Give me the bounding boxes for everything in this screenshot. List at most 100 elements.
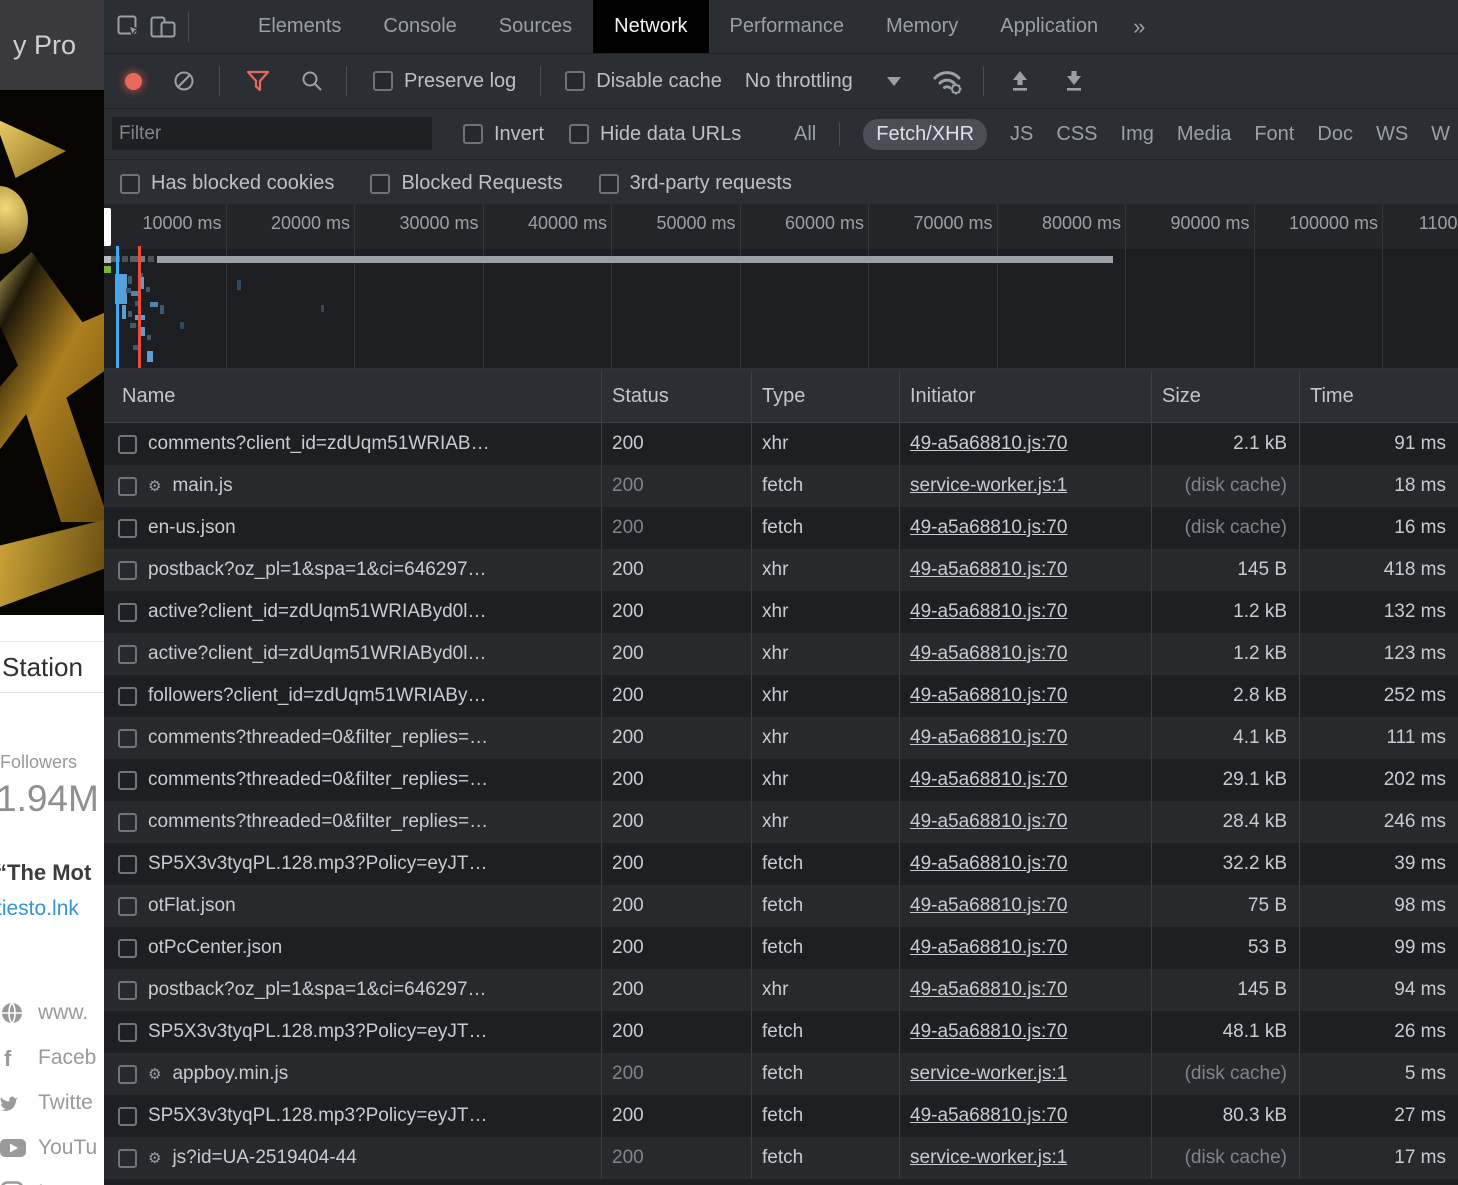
row-checkbox[interactable] <box>118 1023 137 1042</box>
table-row[interactable]: ⚙ active?client_id=zdUqm51WRIAByd0l… 200… <box>104 591 1458 633</box>
column-header-time[interactable]: Time <box>1300 371 1458 422</box>
social-link-youtu[interactable]: YouTu <box>0 1125 104 1170</box>
tab-network[interactable]: Network <box>593 0 708 53</box>
initiator-link[interactable]: 49-a5a68810.js:70 <box>910 433 1067 455</box>
row-checkbox[interactable] <box>118 603 137 622</box>
table-row[interactable]: ⚙ comments?threaded=0&filter_replies=… 2… <box>104 801 1458 843</box>
record-network-log-icon[interactable] <box>125 73 142 90</box>
initiator-link[interactable]: 49-a5a68810.js:70 <box>910 559 1067 581</box>
initiator-link[interactable]: 49-a5a68810.js:70 <box>910 1021 1067 1043</box>
row-checkbox[interactable] <box>118 813 137 832</box>
initiator-link[interactable]: 49-a5a68810.js:70 <box>910 601 1067 623</box>
network-conditions-icon[interactable] <box>931 66 967 96</box>
tab-application[interactable]: Application <box>979 0 1119 53</box>
row-checkbox[interactable] <box>118 981 137 1000</box>
filter-chip-w[interactable]: W <box>1431 123 1450 146</box>
row-checkbox[interactable] <box>118 645 137 664</box>
table-row[interactable]: ⚙ SP5X3v3tyqPL.128.mp3?Policy=eyJT… 200 … <box>104 1011 1458 1053</box>
table-row[interactable]: ⚙ SP5X3v3tyqPL.128.mp3?Policy=eyJT… 200 … <box>104 1095 1458 1137</box>
search-icon[interactable] <box>300 69 324 93</box>
row-checkbox[interactable] <box>118 729 137 748</box>
column-header-status[interactable]: Status <box>602 371 752 422</box>
row-checkbox[interactable] <box>118 519 137 538</box>
initiator-link[interactable]: 49-a5a68810.js:70 <box>910 517 1067 539</box>
filter-chip-img[interactable]: Img <box>1121 123 1154 146</box>
disable-cache-checkbox[interactable] <box>565 71 585 91</box>
social-link-instag[interactable]: Instag <box>0 1170 104 1185</box>
initiator-link[interactable]: 49-a5a68810.js:70 <box>910 685 1067 707</box>
table-row[interactable]: ⚙ main.js 200 fetch service-worker.js:1 … <box>104 465 1458 507</box>
filter-chip-doc[interactable]: Doc <box>1317 123 1353 146</box>
-rd-party-requests-checkbox[interactable] <box>599 174 619 194</box>
table-row[interactable]: ⚙ followers?client_id=zdUqm51WRIABy… 200… <box>104 675 1458 717</box>
filter-chip-all[interactable]: All <box>794 123 816 146</box>
more-tabs-button[interactable]: » <box>1119 0 1159 53</box>
upgrade-link-partial[interactable]: y Pro <box>13 30 76 61</box>
network-overview-timeline[interactable]: 10000 ms20000 ms30000 ms40000 ms50000 ms… <box>104 204 1458 371</box>
table-row[interactable]: ⚙ active?client_id=zdUqm51WRIAByd0l… 200… <box>104 633 1458 675</box>
table-row[interactable]: ⚙ otFlat.json 200 fetch 49-a5a68810.js:7… <box>104 885 1458 927</box>
invert-checkbox[interactable] <box>463 124 483 144</box>
row-checkbox[interactable] <box>118 939 137 958</box>
station-tab[interactable]: Station <box>0 641 104 693</box>
row-checkbox[interactable] <box>118 1065 137 1084</box>
filter-chip-fetchxhr[interactable]: Fetch/XHR <box>863 119 987 150</box>
row-checkbox[interactable] <box>118 897 137 916</box>
initiator-link[interactable]: 49-a5a68810.js:70 <box>910 811 1067 833</box>
initiator-link[interactable]: 49-a5a68810.js:70 <box>910 937 1067 959</box>
tab-performance[interactable]: Performance <box>709 0 866 53</box>
table-row[interactable]: ⚙ en-us.json 200 fetch 49-a5a68810.js:70… <box>104 507 1458 549</box>
filter-chip-font[interactable]: Font <box>1254 123 1294 146</box>
inspect-element-icon[interactable] <box>112 10 146 44</box>
initiator-link[interactable]: 49-a5a68810.js:70 <box>910 769 1067 791</box>
table-row[interactable]: ⚙ comments?threaded=0&filter_replies=… 2… <box>104 759 1458 801</box>
initiator-link[interactable]: service-worker.js:1 <box>910 1063 1067 1085</box>
column-header-type[interactable]: Type <box>752 371 900 422</box>
filter-icon[interactable] <box>246 70 270 92</box>
social-link-twitte[interactable]: Twitte <box>0 1080 104 1125</box>
clear-network-log-icon[interactable] <box>173 70 195 92</box>
initiator-link[interactable]: 49-a5a68810.js:70 <box>910 643 1067 665</box>
row-checkbox[interactable] <box>118 687 137 706</box>
bio-link[interactable]: tiesto.lnk <box>0 897 79 921</box>
table-row[interactable]: ⚙ postback?oz_pl=1&spa=1&ci=646297… 200 … <box>104 549 1458 591</box>
row-checkbox[interactable] <box>118 477 137 496</box>
tab-console[interactable]: Console <box>362 0 477 53</box>
export-har-icon[interactable] <box>1062 69 1086 93</box>
tab-elements[interactable]: Elements <box>237 0 362 53</box>
table-row[interactable]: ⚙ comments?threaded=0&filter_replies=… 2… <box>104 717 1458 759</box>
row-checkbox[interactable] <box>118 771 137 790</box>
device-toolbar-icon[interactable] <box>146 10 180 44</box>
initiator-link[interactable]: 49-a5a68810.js:70 <box>910 1105 1067 1127</box>
throttling-select[interactable]: No throttling <box>745 70 853 93</box>
filter-chip-ws[interactable]: WS <box>1376 123 1408 146</box>
column-header-initiator[interactable]: Initiator <box>900 371 1152 422</box>
table-row[interactable]: ⚙ otPcCenter.json 200 fetch 49-a5a68810.… <box>104 927 1458 969</box>
filter-input[interactable] <box>112 117 432 150</box>
initiator-link[interactable]: service-worker.js:1 <box>910 475 1067 497</box>
filter-chip-media[interactable]: Media <box>1177 123 1231 146</box>
initiator-link[interactable]: 49-a5a68810.js:70 <box>910 895 1067 917</box>
tab-memory[interactable]: Memory <box>865 0 979 53</box>
table-row[interactable]: ⚙ appboy.min.js 200 fetch service-worker… <box>104 1053 1458 1095</box>
row-checkbox[interactable] <box>118 435 137 454</box>
initiator-link[interactable]: service-worker.js:1 <box>910 1147 1067 1169</box>
tab-sources[interactable]: Sources <box>478 0 593 53</box>
hide-data-urls-checkbox[interactable] <box>569 124 589 144</box>
blocked-requests-checkbox[interactable] <box>370 174 390 194</box>
social-link-faceb[interactable]: fFaceb <box>0 1035 104 1080</box>
column-header-name[interactable]: Name <box>104 371 602 422</box>
table-row[interactable]: ⚙ js?id=UA-2519404-44 200 fetch service-… <box>104 1137 1458 1179</box>
row-checkbox[interactable] <box>118 855 137 874</box>
preserve-log-checkbox[interactable] <box>373 71 393 91</box>
filter-chip-js[interactable]: JS <box>1010 123 1033 146</box>
table-row[interactable]: ⚙ postback?oz_pl=1&spa=1&ci=646297… 200 … <box>104 969 1458 1011</box>
row-checkbox[interactable] <box>118 1149 137 1168</box>
has-blocked-cookies-checkbox[interactable] <box>120 174 140 194</box>
row-checkbox[interactable] <box>118 561 137 580</box>
import-har-icon[interactable] <box>1008 69 1032 93</box>
initiator-link[interactable]: 49-a5a68810.js:70 <box>910 727 1067 749</box>
row-checkbox[interactable] <box>118 1107 137 1126</box>
initiator-link[interactable]: 49-a5a68810.js:70 <box>910 853 1067 875</box>
social-link-www[interactable]: www. <box>0 990 104 1035</box>
